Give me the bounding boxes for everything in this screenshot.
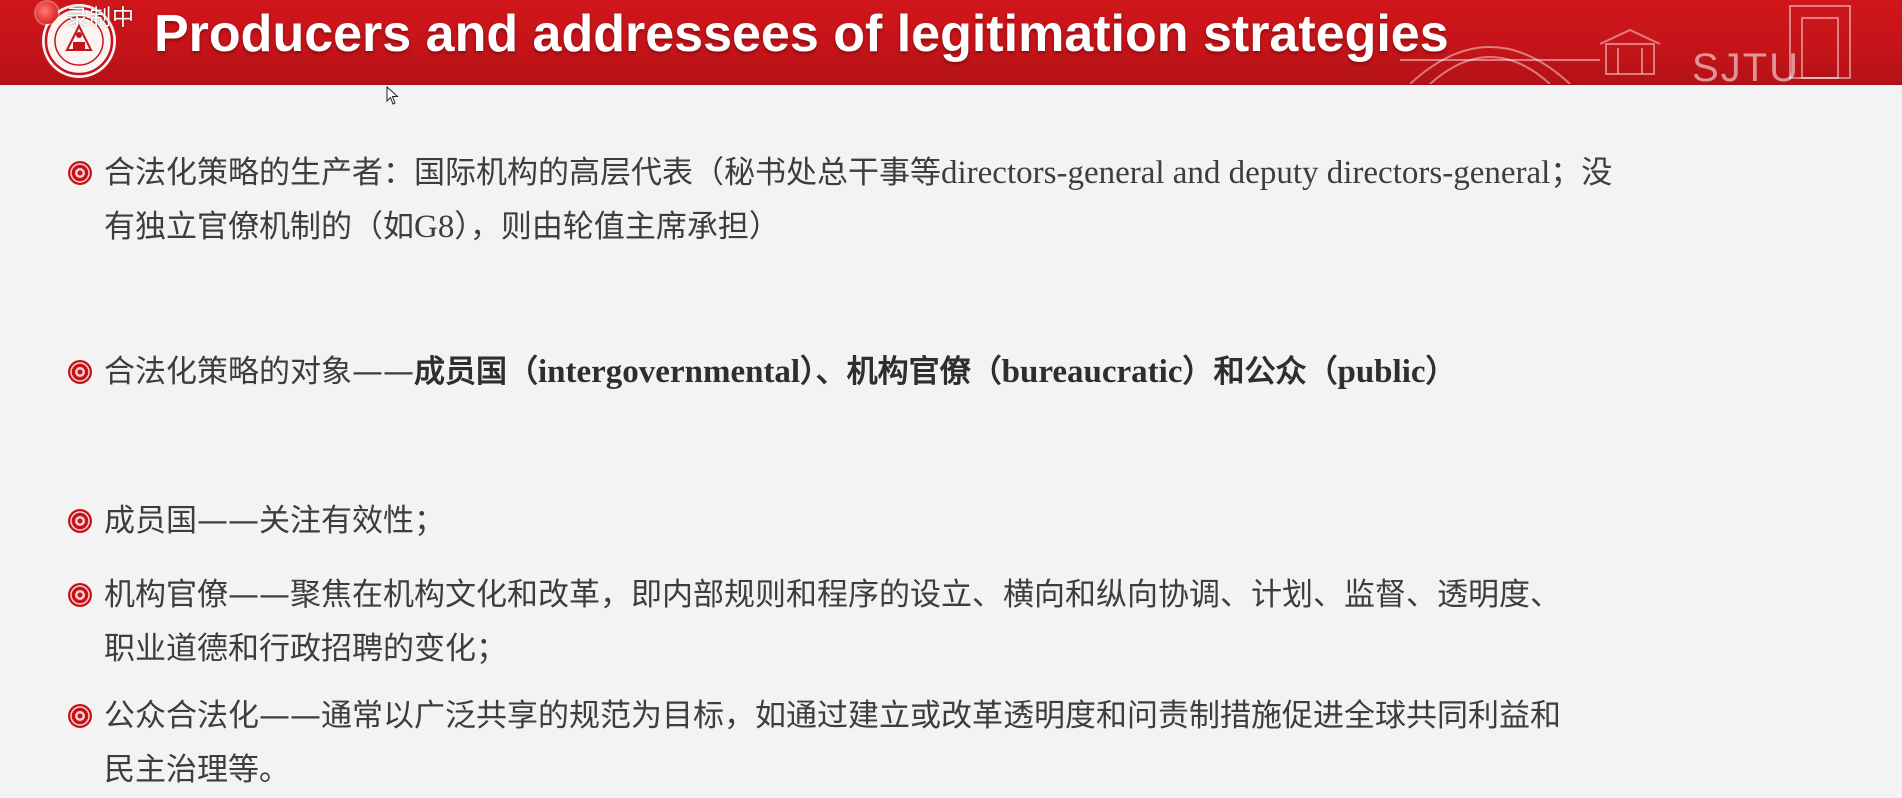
bullet-bureaucrats-text: 机构官僚——聚焦在机构文化和改革，即内部规则和程序的设立、横向和纵向协调、计划、… <box>104 568 1844 676</box>
university-seal-bullet-icon <box>68 360 92 384</box>
sjtu-watermark: SJTU <box>1692 46 1800 85</box>
producers-text-1a: 合法化策略的生产者：国际机构的高层代表（秘书处总干事等 <box>104 155 941 191</box>
addressees-text-e: bureaucratic <box>1001 354 1183 390</box>
producers-text-1c: ；没 <box>1550 155 1613 191</box>
public-text-2: 民主治理等。 <box>104 752 290 788</box>
addressees-text-b: 成员国（ <box>414 354 538 390</box>
recording-indicator: 录制中 <box>66 6 136 31</box>
bullet-public-text: 公众合法化——通常以广泛共享的规范为目标，如通过建立或改革透明度和问责制措施促进… <box>104 689 1844 797</box>
addressees-text-d: ）、机构官僚（ <box>800 354 1002 390</box>
bullet-producers-text: 合法化策略的生产者：国际机构的高层代表（秘书处总干事等directors-gen… <box>104 146 1844 254</box>
addressees-text-h: ） <box>1425 354 1457 390</box>
producers-text-2b: G8 <box>414 209 455 245</box>
addressees-text-f: ）和公众（ <box>1182 354 1338 390</box>
bullet-member-states-text: 成员国——关注有效性； <box>104 503 445 539</box>
bureaucrats-text-1: 机构官僚——聚焦在机构文化和改革，即内部规则和程序的设立、横向和纵向协调、计划、… <box>104 577 1561 613</box>
bureaucrats-text-2: 职业道德和行政招聘的变化； <box>104 631 507 667</box>
page-title: Producers and addressees of legitimation… <box>154 5 1449 63</box>
university-seal-bullet-icon <box>68 509 92 533</box>
bullet-addressees-text: 合法化策略的对象——成员国（intergovernmental）、机构官僚（bu… <box>104 345 1844 399</box>
addressees-text-a: 合法化策略的对象—— <box>104 354 414 390</box>
university-seal-bullet-icon <box>68 704 92 728</box>
producers-text-2a: 有独立官僚机制的（如 <box>104 209 414 245</box>
university-seal-bullet-icon <box>68 161 92 185</box>
university-seal-bullet-icon <box>68 583 92 607</box>
addressees-text-g: public <box>1337 354 1426 390</box>
producers-text-1b: directors-general and deputy directors-g… <box>941 155 1551 191</box>
producers-text-2c: ），则由轮值主席承担） <box>454 209 780 245</box>
mouse-cursor-icon <box>386 86 399 105</box>
slide-header: 录制中 Producers and addressees of legitima… <box>0 0 1902 85</box>
addressees-text-c: intergovernmental <box>538 354 801 390</box>
public-text-1: 公众合法化——通常以广泛共享的规范为目标，如通过建立或改革透明度和问责制措施促进… <box>104 698 1561 734</box>
recording-dot-icon <box>36 2 58 24</box>
